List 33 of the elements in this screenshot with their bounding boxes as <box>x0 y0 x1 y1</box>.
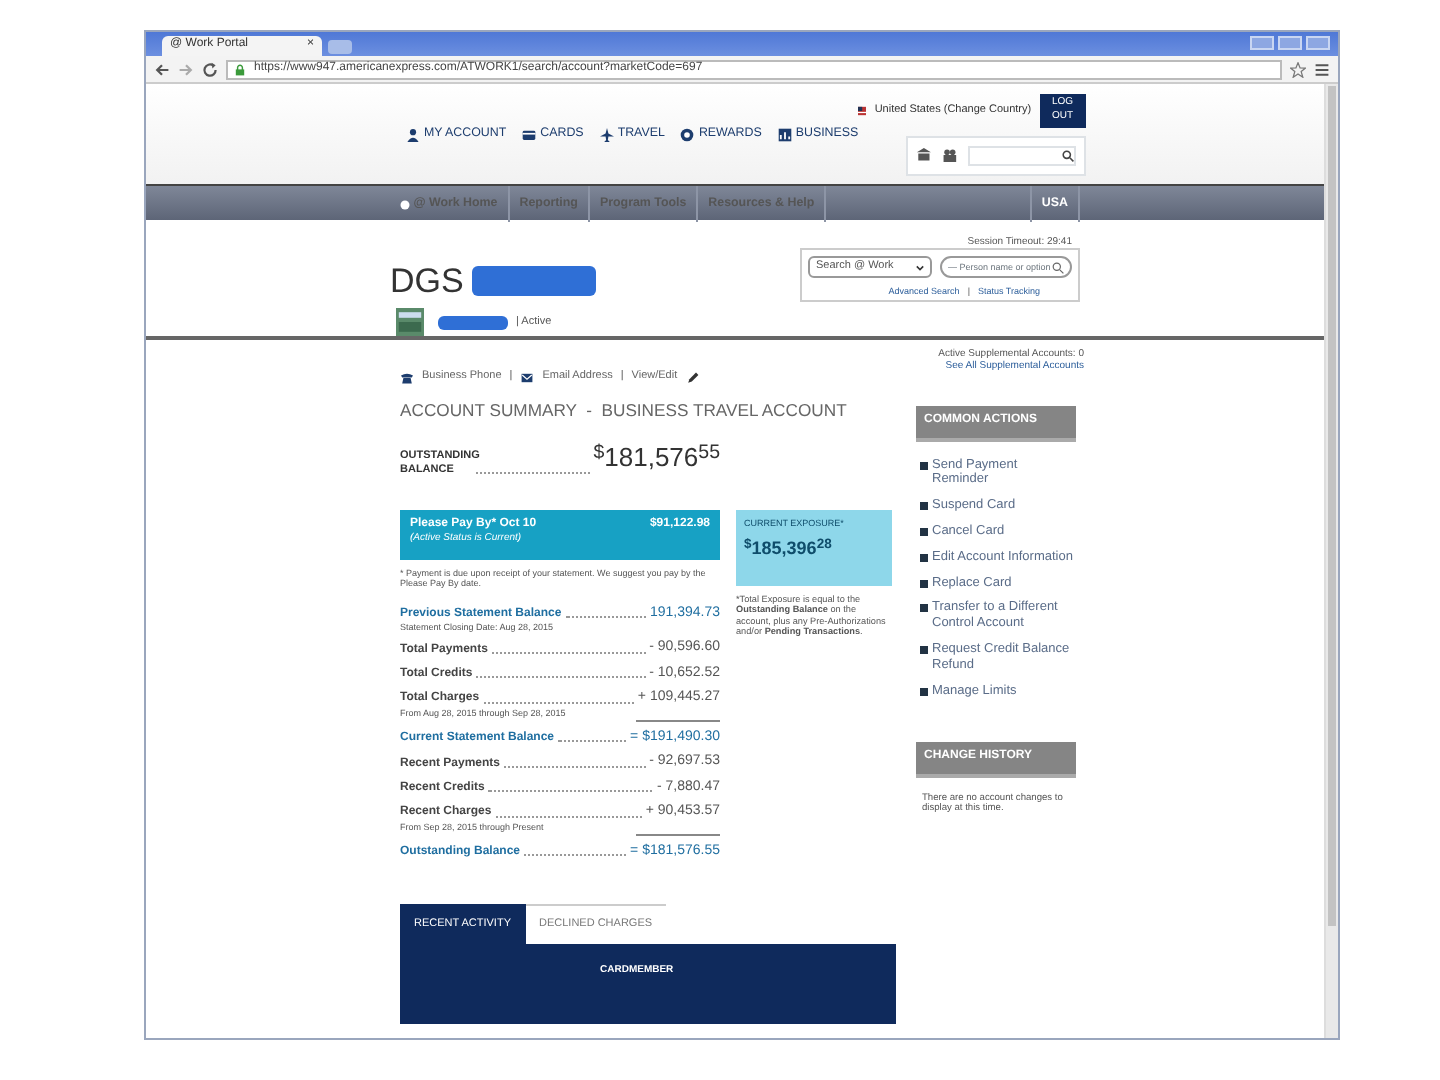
card-thumbnail-icon <box>390 308 430 337</box>
person-icon <box>406 127 420 141</box>
redaction-bar <box>438 315 508 330</box>
exposure-amount: $^{$}$185,396$^{28}$ <box>744 536 834 563</box>
lock-icon <box>234 63 246 75</box>
maximize-button[interactable] <box>1278 36 1302 50</box>
bank-icon[interactable] <box>915 148 932 162</box>
caret-icon <box>916 263 924 271</box>
balance-amount: $^{$}$181,576$^{55}$ <box>593 439 720 477</box>
phone-icon <box>400 371 414 384</box>
minimize-button[interactable] <box>1250 36 1274 50</box>
forward-icon[interactable] <box>178 61 194 77</box>
section-title: ACCOUNT SUMMARY - BUSINESS TRAVEL ACCOUNT <box>400 399 847 423</box>
medal-icon <box>680 127 695 141</box>
chart-icon <box>777 127 792 141</box>
plane-icon <box>599 127 614 141</box>
envelope-icon <box>520 371 535 384</box>
flag-icon <box>858 105 867 115</box>
menu-icon[interactable] <box>1314 61 1330 77</box>
reload-icon[interactable] <box>202 61 218 77</box>
pencil-icon <box>685 371 700 384</box>
search-icon <box>1061 149 1074 161</box>
card-icon <box>522 127 537 141</box>
back-icon[interactable] <box>154 61 170 77</box>
people-icon[interactable] <box>939 148 960 162</box>
search-field[interactable] <box>967 145 1076 165</box>
scrollbar[interactable] <box>1324 84 1338 1038</box>
search-icon <box>1052 261 1064 273</box>
account-title: DGS <box>390 264 464 298</box>
star-icon[interactable] <box>1290 61 1306 77</box>
new-tab-button[interactable] <box>328 40 352 54</box>
close-button[interactable] <box>1306 36 1330 50</box>
redaction-bar <box>471 266 596 296</box>
